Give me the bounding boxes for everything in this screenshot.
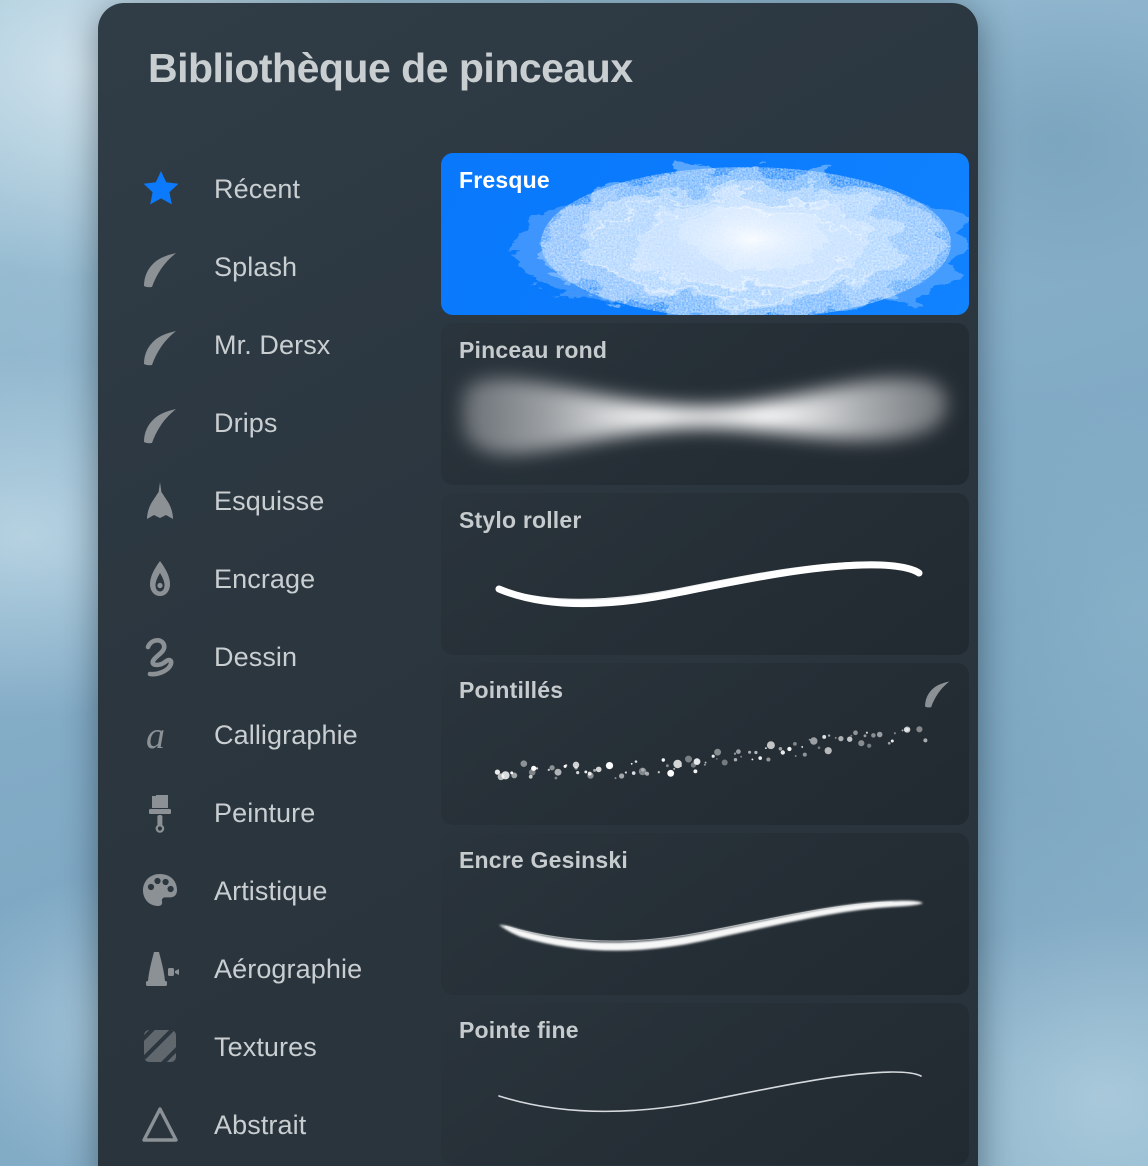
sidebar-item-splash[interactable]: Splash	[132, 228, 442, 306]
brush-name: Pointe fine	[459, 1017, 579, 1043]
brush-name: Pointillés	[459, 677, 564, 703]
brush-card[interactable]: Pointillés	[441, 663, 969, 825]
brush-library-panel: Bibliothèque de pinceaux Récent Splash Mr.…	[98, 3, 978, 1166]
airbrush-icon	[132, 941, 190, 997]
sidebar-item-esquisse[interactable]: Esquisse	[132, 462, 442, 540]
sidebar-item-label: Mr. Dersx	[214, 329, 331, 360]
sidebar-item-calligraphie[interactable]: Calligraphie	[132, 696, 442, 774]
brush-list: Fresque Pinceau rond Stylo roller Pointillé…	[441, 153, 971, 1166]
sidebar-item-label: Esquisse	[214, 485, 325, 516]
palette-icon	[132, 863, 190, 919]
sidebar-item-a-rographie[interactable]: Aérographie	[132, 930, 442, 1008]
brush-card[interactable]: Stylo roller	[441, 493, 969, 655]
brush-card[interactable]: Pointe fine	[441, 1003, 969, 1165]
sidebar-item-label: Aérographie	[214, 953, 363, 984]
category-sidebar: Récent Splash Mr. Dersx Drips Esquisse Encrag…	[132, 150, 442, 1164]
sidebar-item-label: Encrage	[214, 563, 316, 594]
sidebar-item-dessin[interactable]: Dessin	[132, 618, 442, 696]
sidebar-item-mr-dersx[interactable]: Mr. Dersx	[132, 306, 442, 384]
sidebar-item-label: Récent	[214, 173, 301, 204]
sidebar-item-abstrait[interactable]: Abstrait	[132, 1086, 442, 1164]
brush-name: Encre Gesinski	[459, 847, 628, 873]
sidebar-item-artistique[interactable]: Artistique	[132, 852, 442, 930]
italic-a-icon	[132, 707, 190, 763]
sidebar-item-encrage[interactable]: Encrage	[132, 540, 442, 618]
brush-stroke-icon	[921, 677, 955, 708]
brush-card[interactable]: Encre Gesinski	[441, 833, 969, 995]
squiggle-icon	[132, 629, 190, 685]
pencil-tip-icon	[132, 473, 190, 529]
brush-stroke-icon	[132, 317, 190, 373]
sidebar-item-label: Dessin	[214, 641, 298, 672]
sidebar-item-label: Peinture	[214, 797, 316, 828]
pen-nib-icon	[132, 551, 190, 607]
sidebar-item-textures[interactable]: Textures	[132, 1008, 442, 1086]
sidebar-item-r-cent[interactable]: Récent	[132, 150, 442, 228]
paintbrush-icon	[132, 785, 190, 841]
brush-stroke-icon	[132, 395, 190, 451]
hatched-square-icon	[132, 1019, 190, 1075]
sidebar-item-label: Calligraphie	[214, 719, 358, 750]
brush-name: Fresque	[459, 167, 550, 193]
sidebar-item-label: Drips	[214, 407, 278, 438]
brush-stroke-icon	[132, 239, 190, 295]
sidebar-item-peinture[interactable]: Peinture	[132, 774, 442, 852]
sidebar-item-drips[interactable]: Drips	[132, 384, 442, 462]
sidebar-item-label: Artistique	[214, 875, 328, 906]
sidebar-item-label: Splash	[214, 251, 298, 282]
triangle-icon	[132, 1097, 190, 1153]
sidebar-item-label: Textures	[214, 1031, 317, 1062]
brush-card[interactable]: Fresque	[441, 153, 969, 315]
sidebar-item-label: Abstrait	[214, 1109, 307, 1140]
page-title: Bibliothèque de pinceaux	[148, 45, 633, 91]
brush-name: Stylo roller	[459, 507, 582, 533]
brush-card[interactable]: Pinceau rond	[441, 323, 969, 485]
brush-name: Pinceau rond	[459, 337, 608, 363]
star-icon	[132, 161, 190, 217]
